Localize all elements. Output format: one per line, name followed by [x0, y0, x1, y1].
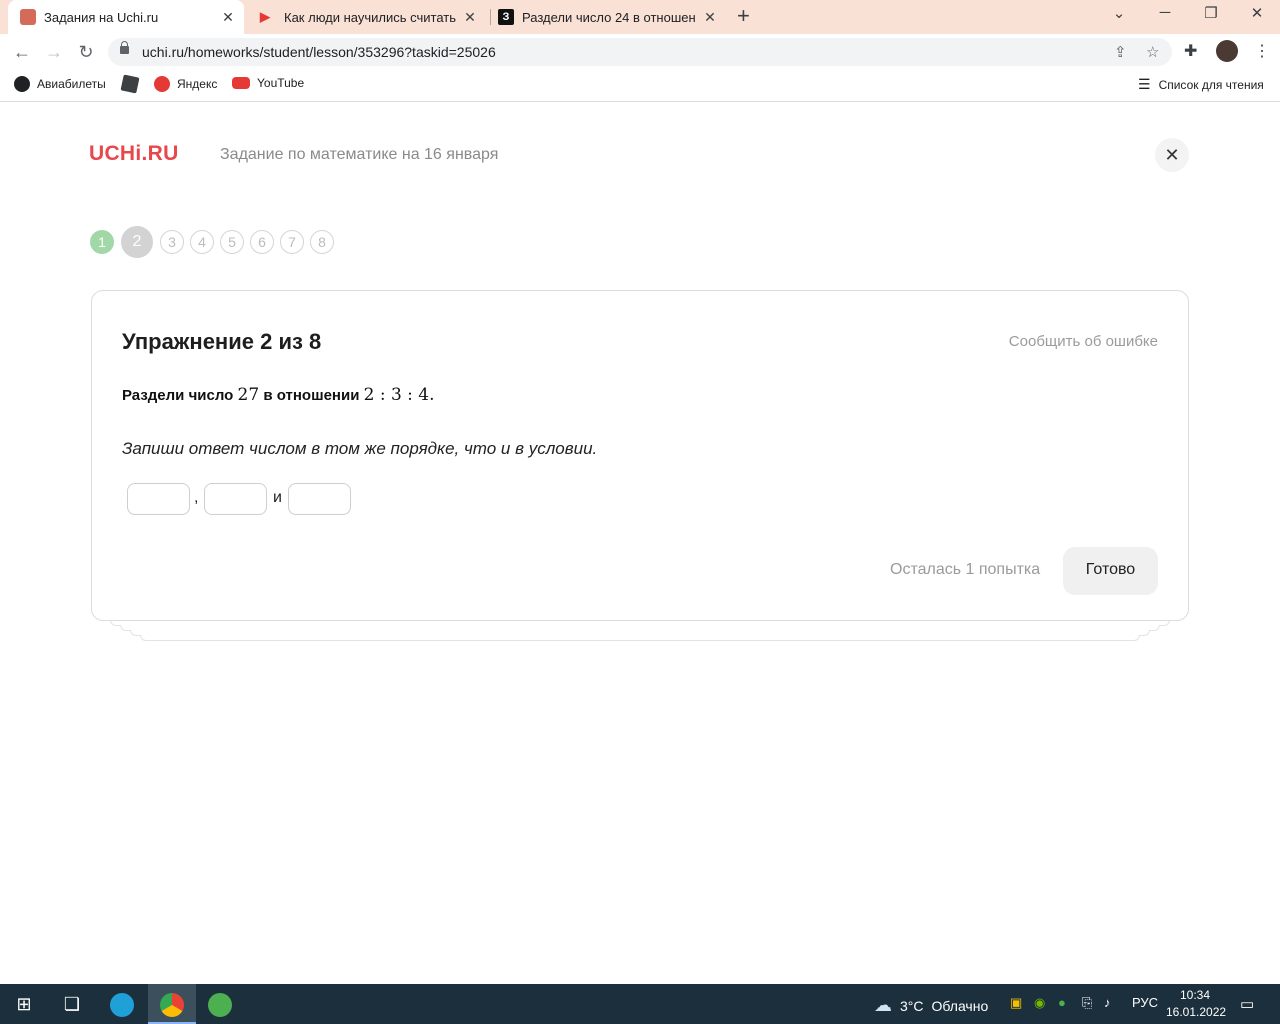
step-4[interactable]: 4	[190, 230, 214, 254]
uchi-favicon-icon	[20, 9, 36, 25]
tab-uchi[interactable]: Задания на Uchi.ru ✕	[8, 0, 244, 34]
clock-time: 10:34	[1179, 988, 1211, 1002]
close-tab-icon[interactable]: ✕	[220, 9, 236, 26]
bookmark-youtube[interactable]: YouTube	[232, 76, 304, 90]
tab-search-icon[interactable]: ⌄	[1104, 4, 1134, 22]
browser-tab-strip: Задания на Uchi.ru ✕ ▶ Как люди научилис…	[0, 0, 1280, 34]
tab-video[interactable]: ▶ Как люди научились считать? Д ✕	[250, 0, 486, 34]
windows-taskbar: ⊞ ❏ ☁ 3°C Облачно ▣ ◉ ● ⎘ ♪ РУС 10:34 16…	[0, 984, 1280, 1024]
exercise-heading: Упражнение 2 из 8	[122, 329, 322, 354]
task-prefix: Раздели число	[122, 387, 234, 404]
step-1[interactable]: 1	[90, 230, 114, 254]
bookmark-label: Авиабилеты	[37, 77, 106, 91]
tab-title: Задания на Uchi.ru	[44, 9, 159, 25]
submit-button[interactable]: Готово	[1063, 547, 1158, 595]
share-icon[interactable]: ⇪	[1114, 43, 1127, 61]
exercise-card: Упражнение 2 из 8 Сообщить об ошибке Раз…	[91, 290, 1189, 621]
close-tab-icon[interactable]: ✕	[462, 9, 478, 26]
yandex-icon	[154, 76, 170, 92]
language-indicator[interactable]: РУС	[1132, 995, 1158, 1010]
task-middle: в отношении	[263, 387, 360, 404]
close-tab-icon[interactable]: ✕	[702, 9, 718, 26]
utorrent-icon[interactable]	[196, 984, 244, 1024]
step-8[interactable]: 8	[310, 230, 334, 254]
browser-toolbar: ← → ↻ uchi.ru/homeworks/student/lesson/3…	[0, 34, 1280, 70]
task-suffix: .	[429, 385, 435, 405]
step-3[interactable]: 3	[160, 230, 184, 254]
znanija-favicon-icon: З	[498, 9, 514, 25]
clock-date: 16.01.2022	[1166, 1005, 1227, 1019]
bookmark-yandex[interactable]: Яндекс	[154, 76, 217, 92]
step-5[interactable]: 5	[220, 230, 244, 254]
answer-input-1[interactable]	[127, 483, 190, 515]
profile-avatar[interactable]	[1216, 40, 1238, 62]
utorrent-tray-icon[interactable]: ●	[1058, 995, 1066, 1010]
nvidia-icon[interactable]: ◉	[1034, 995, 1045, 1011]
chrome-icon[interactable]	[148, 984, 196, 1024]
step-7[interactable]: 7	[280, 230, 304, 254]
step-6[interactable]: 6	[250, 230, 274, 254]
tab-title: Раздели число 24 в отношении	[522, 9, 696, 25]
bookmark-label: YouTube	[257, 76, 305, 90]
reload-icon[interactable]: ↻	[74, 40, 98, 64]
task-ratio: 2 : 3 : 4	[363, 385, 430, 405]
task-number: 27	[237, 385, 260, 405]
weather-temp: 3°C	[900, 997, 924, 1014]
answer-input-2[interactable]	[204, 483, 267, 515]
volume-icon[interactable]: ♪	[1104, 995, 1111, 1010]
task-view-icon[interactable]: ❏	[48, 984, 96, 1024]
report-error-link[interactable]: Сообщить об ошибке	[1009, 333, 1158, 350]
answer-input-3[interactable]	[288, 483, 351, 515]
close-button[interactable]: ✕	[1155, 138, 1189, 172]
extensions-icon[interactable]: ✚	[1184, 41, 1197, 61]
bookmark-star-icon[interactable]: ☆	[1146, 43, 1159, 61]
bookmark-aviabilety[interactable]: Авиабилеты	[14, 76, 106, 92]
step-2[interactable]: 2	[121, 226, 153, 258]
reading-list-icon: ☰	[1138, 76, 1151, 92]
forward-icon[interactable]: →	[42, 40, 66, 64]
url-text[interactable]: uchi.ru/homeworks/student/lesson/353296?…	[142, 44, 496, 60]
notifications-icon[interactable]: ▭	[1240, 995, 1254, 1013]
answer-separator: ,	[194, 489, 199, 506]
bookmark-label: Яндекс	[177, 77, 218, 91]
network-icon[interactable]: ⎘	[1082, 995, 1092, 1011]
bookmark-roblox[interactable]	[120, 74, 145, 94]
tab-znanija[interactable]: З Раздели число 24 в отношении ✕	[490, 0, 726, 34]
menu-icon[interactable]: ⋮	[1254, 41, 1270, 61]
instruction-text: Запиши ответ числом в том же порядке, чт…	[122, 439, 598, 458]
weather-widget[interactable]: ☁ 3°C Облачно	[874, 995, 988, 1016]
page-title: Задание по математике на 16 января	[220, 146, 499, 163]
lock-icon[interactable]	[120, 41, 129, 54]
tray-app-icon[interactable]: ▣	[1010, 995, 1022, 1011]
windows-start-icon[interactable]: ⊞	[0, 984, 48, 1024]
answer-separator: и	[273, 489, 282, 506]
weather-text: Облачно	[931, 997, 989, 1014]
new-tab-icon[interactable]: +	[737, 5, 750, 27]
roblox-icon	[120, 74, 140, 94]
task-statement: Раздели число 27 в отношении 2 : 3 : 4.	[122, 385, 435, 405]
tab-title: Как люди научились считать? Д	[284, 9, 456, 25]
reading-list[interactable]: ☰ Список для чтения	[1138, 76, 1264, 93]
globe-icon	[14, 76, 30, 92]
back-icon[interactable]: ←	[10, 40, 34, 64]
cloud-icon: ☁	[874, 995, 892, 1015]
youtube-icon	[232, 77, 250, 89]
minimize-icon[interactable]: ─	[1150, 4, 1180, 21]
restore-icon[interactable]: ❐	[1196, 4, 1226, 22]
bookmarks-bar: Авиабилеты Яндекс YouTube ☰ Список для ч…	[0, 70, 1280, 102]
play-favicon-icon: ▶	[260, 9, 270, 24]
reading-list-label: Список для чтения	[1158, 77, 1264, 92]
edge-icon[interactable]	[98, 984, 146, 1024]
uchi-logo[interactable]: UCHi.RU	[89, 142, 179, 166]
window-close-icon[interactable]: ✕	[1242, 4, 1272, 22]
page-content: UCHi.RU Задание по математике на 16 янва…	[0, 102, 1280, 984]
clock[interactable]: 10:34 16.01.2022	[1166, 987, 1227, 1021]
address-bar[interactable]: uchi.ru/homeworks/student/lesson/353296?…	[108, 38, 1172, 66]
attempts-remaining: Осталась 1 попытка	[890, 561, 1041, 578]
card-stack-layer	[140, 635, 1140, 641]
